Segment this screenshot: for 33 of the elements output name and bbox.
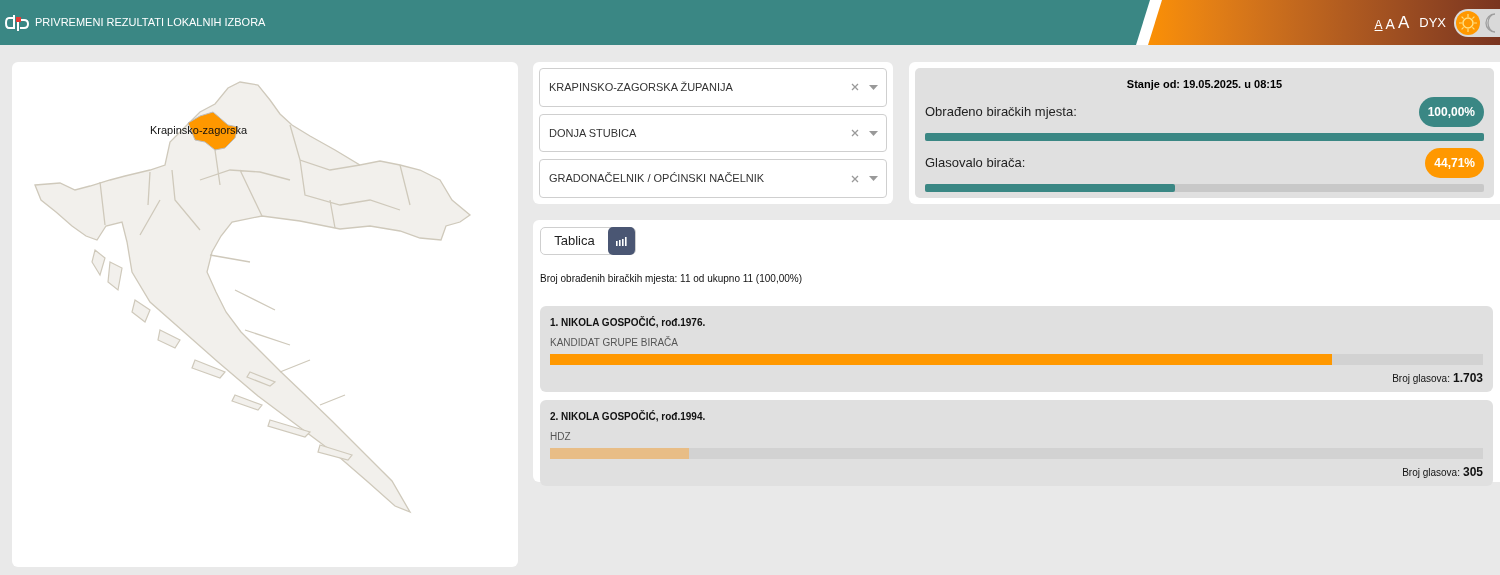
metric-label: Glasovalo birača: [925,153,1026,172]
moon-icon [1483,12,1497,33]
percent-badge: 44,71% [1425,147,1484,178]
dropdown-field[interactable]: DONJA STUBICA [539,113,887,153]
candidate-list: HDZ [550,429,1483,444]
logo-icon [5,13,29,32]
chart-tab[interactable] [608,227,635,255]
font-size-button[interactable]: A [1397,14,1410,31]
sun-icon [1456,10,1480,35]
candidate-name: 1. NIKOLA GOSPOČIĆ, rođ.1976. [550,315,707,330]
app-title: PRIVREMENI REZULTATI LOKALNIH IZBORA [35,15,266,31]
percent-badge: 100,00% [1418,96,1484,127]
votes-count: 1.703 [1452,370,1483,387]
clear-icon[interactable] [851,83,859,92]
metric-label: Obrađeno biračkih mjesta: [925,102,1077,121]
candidate-list: KANDIDAT GRUPE BIRAČA [550,335,1483,350]
dyslexia-button[interactable]: DYX [1419,12,1446,33]
caret-icon[interactable] [869,84,878,90]
clear-icon[interactable] [851,129,859,137]
status-timestamp: Stanje od: 19.05.2025. u 08:15 [1125,77,1284,92]
dropdown-field[interactable]: KRAPINSKO-ZAGORSKA ŽUPANIJA [539,68,887,107]
candidate-name: 2. NIKOLA GOSPOČIĆ, rođ.1994. [550,409,707,424]
clear-icon[interactable] [851,174,859,183]
bar-chart-icon [616,236,627,246]
caret-icon[interactable] [869,176,878,182]
summary-text: Broj obrađenih biračkih mjesta: 11 od ukupno 11 (100,00%) [540,272,803,286]
caret-icon[interactable] [869,130,878,136]
votes-count: 305 [1462,464,1483,481]
dropdown-field[interactable]: GRADONAČELNIK / OPĆINSKI NAČELNIK [539,159,887,198]
font-size-button[interactable]: A [1374,19,1383,31]
votes-label: Broj glasova: [1392,372,1450,386]
votes-label: Broj glasova: [1402,466,1460,480]
font-size-button[interactable]: A [1385,17,1395,31]
